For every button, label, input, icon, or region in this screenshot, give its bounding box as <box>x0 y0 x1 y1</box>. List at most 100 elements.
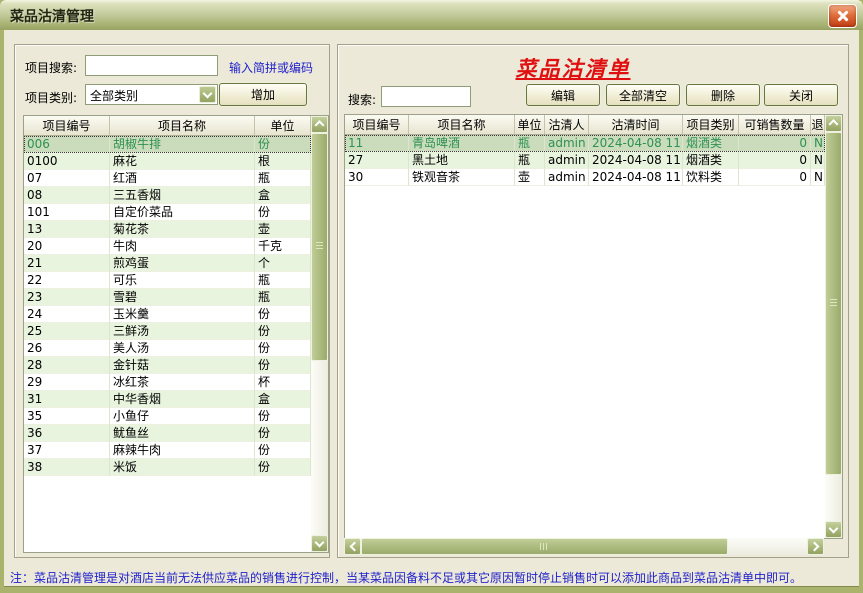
scrollbar-thumb[interactable] <box>311 133 328 361</box>
column-header[interactable]: 项目编号 <box>24 116 110 135</box>
table-row[interactable]: 25三鲜汤份 <box>24 323 311 340</box>
table-row[interactable]: 101自定价菜品份 <box>24 204 311 221</box>
table-cell: 08 <box>24 187 110 204</box>
column-header[interactable]: 退 <box>811 115 825 134</box>
table-cell: 金针菇 <box>110 357 255 374</box>
scroll-up-icon[interactable] <box>311 116 328 133</box>
category-selected-value: 全部类别 <box>90 87 138 104</box>
chevron-down-icon[interactable] <box>199 86 216 103</box>
clear-all-button[interactable]: 全部清空 <box>606 84 680 106</box>
table-row[interactable]: 20牛肉千克 <box>24 238 311 255</box>
table-cell: admin <box>545 135 589 152</box>
title-bar[interactable]: 菜品沽清管理 <box>0 0 863 30</box>
table-cell: 35 <box>24 408 110 425</box>
table-cell: 份 <box>255 357 311 374</box>
table-row[interactable]: 27黑土地瓶admin2024-04-08 11:0烟酒类0N <box>345 152 825 169</box>
column-header[interactable]: 单位 <box>255 116 311 135</box>
table-cell: 胡椒牛排 <box>110 136 255 153</box>
column-header[interactable]: 项目类别 <box>683 115 739 134</box>
table-row[interactable]: 26美人汤份 <box>24 340 311 357</box>
scroll-right-icon[interactable] <box>807 538 824 555</box>
column-header[interactable]: 项目名称 <box>110 116 255 135</box>
delete-button[interactable]: 删除 <box>686 84 760 106</box>
table-cell: 中华香烟 <box>110 391 255 408</box>
soldout-table-horizontal-scrollbar[interactable] <box>344 538 824 555</box>
table-row[interactable]: 23雪碧瓶 <box>24 289 311 306</box>
item-table-vertical-scrollbar[interactable] <box>311 116 328 552</box>
scroll-down-icon[interactable] <box>311 535 328 552</box>
table-row[interactable]: 28金针菇份 <box>24 357 311 374</box>
scroll-left-icon[interactable] <box>344 538 361 555</box>
column-header[interactable]: 项目编号 <box>345 115 409 134</box>
soldout-table-vertical-scrollbar[interactable] <box>825 115 842 538</box>
column-header[interactable]: 沽清时间 <box>589 115 683 134</box>
table-row[interactable]: 006胡椒牛排份 <box>24 136 311 153</box>
scroll-down-icon[interactable] <box>825 521 842 538</box>
soldout-search-input[interactable] <box>381 86 471 107</box>
item-search-input[interactable] <box>85 55 218 76</box>
table-cell: 11 <box>345 135 409 152</box>
table-cell: 份 <box>255 459 311 476</box>
table-row[interactable]: 31中华香烟盒 <box>24 391 311 408</box>
close-button[interactable] <box>828 4 857 28</box>
table-cell: 瓶 <box>515 152 545 169</box>
table-row[interactable]: 29冰红茶杯 <box>24 374 311 391</box>
table-row[interactable]: 24玉米羹份 <box>24 306 311 323</box>
table-cell: 盒 <box>255 391 311 408</box>
soldout-list-panel: 菜品沽清单 搜索: 编辑 全部清空 删除 关闭 项目编号项目名称单位沽清人沽清时… <box>337 44 849 558</box>
add-button[interactable]: 增加 <box>219 83 307 106</box>
table-cell: admin <box>545 169 589 186</box>
table-cell: 冰红茶 <box>110 374 255 391</box>
scroll-up-icon[interactable] <box>825 115 842 132</box>
table-row[interactable]: 35小鱼仔份 <box>24 408 311 425</box>
table-cell: 个 <box>255 255 311 272</box>
table-cell: 小鱼仔 <box>110 408 255 425</box>
table-cell: 可乐 <box>110 272 255 289</box>
table-row[interactable]: 22可乐瓶 <box>24 272 311 289</box>
close-list-button[interactable]: 关闭 <box>764 84 838 106</box>
table-cell: 份 <box>255 408 311 425</box>
table-cell: admin <box>545 152 589 169</box>
table-cell: 20 <box>24 238 110 255</box>
table-row[interactable]: 13菊花茶壶 <box>24 221 311 238</box>
scrollbar-thumb[interactable] <box>825 132 842 475</box>
table-cell: 三鲜汤 <box>110 323 255 340</box>
table-row[interactable]: 07红酒瓶 <box>24 170 311 187</box>
column-header[interactable]: 项目名称 <box>409 115 515 134</box>
table-cell: 根 <box>255 153 311 170</box>
table-cell: 盒 <box>255 187 311 204</box>
soldout-table: 项目编号项目名称单位沽清人沽清时间项目类别可销售数量退11青岛啤酒瓶admin2… <box>344 114 843 539</box>
table-cell: 美人汤 <box>110 340 255 357</box>
category-select[interactable]: 全部类别 <box>85 84 218 105</box>
table-row[interactable]: 21煎鸡蛋个 <box>24 255 311 272</box>
column-header[interactable]: 沽清人 <box>545 115 589 134</box>
table-row[interactable]: 38米饭份 <box>24 459 311 476</box>
table-cell: 鱿鱼丝 <box>110 425 255 442</box>
table-cell: 份 <box>255 340 311 357</box>
table-cell: 2024-04-08 11:0 <box>589 135 683 152</box>
edit-button[interactable]: 编辑 <box>526 84 600 106</box>
table-row[interactable]: 30铁观音茶壶admin2024-04-08 11:0饮料类0N <box>345 169 825 186</box>
table-cell: 21 <box>24 255 110 272</box>
window-body: 项目搜索: 输入简拼或编码 项目类别: 全部类别 增加 项目编号项目名称单位00… <box>4 30 859 587</box>
table-header-row: 项目编号项目名称单位沽清人沽清时间项目类别可销售数量退 <box>345 115 825 135</box>
column-header[interactable]: 单位 <box>515 115 545 134</box>
table-cell: 壶 <box>515 169 545 186</box>
table-cell: 2024-04-08 11:0 <box>589 169 683 186</box>
table-cell: 铁观音茶 <box>409 169 515 186</box>
column-header[interactable]: 可销售数量 <box>739 115 811 134</box>
table-cell: 自定价菜品 <box>110 204 255 221</box>
scrollbar-thumb[interactable] <box>361 538 728 555</box>
table-cell: 0 <box>739 135 811 152</box>
table-cell: 三五香烟 <box>110 187 255 204</box>
table-cell: 瓶 <box>255 272 311 289</box>
table-cell: 006 <box>24 136 110 153</box>
table-cell: 30 <box>345 169 409 186</box>
table-row[interactable]: 11青岛啤酒瓶admin2024-04-08 11:0烟酒类0N <box>345 135 825 152</box>
table-row[interactable]: 08三五香烟盒 <box>24 187 311 204</box>
table-row[interactable]: 0100麻花根 <box>24 153 311 170</box>
table-cell: 煎鸡蛋 <box>110 255 255 272</box>
table-row[interactable]: 36鱿鱼丝份 <box>24 425 311 442</box>
table-row[interactable]: 37麻辣牛肉份 <box>24 442 311 459</box>
table-cell: 红酒 <box>110 170 255 187</box>
